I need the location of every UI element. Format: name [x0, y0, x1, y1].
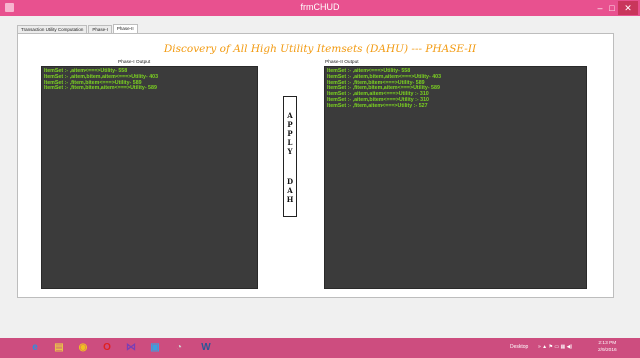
file-explorer-icon[interactable]: ▤: [51, 341, 67, 355]
output-line: ItemSet :- ,fitem,bitem,aitem<===>Utilit…: [44, 85, 157, 92]
apply-button-letter: Y: [287, 147, 293, 156]
phase2-output-box[interactable]: ItemSet :- ,aitem<===>Utility- 558 ItemS…: [324, 66, 587, 289]
phase1-output-label: Phase-I Output: [118, 60, 151, 65]
taskbar: e ▤ ◉ O ⋈ ▣ ◔ W Desktop » ▲ ⚑ ▭ ▦ ◀) 2:1…: [0, 338, 640, 358]
opera-icon[interactable]: O: [99, 341, 115, 355]
apply-button-letter: A: [287, 111, 293, 120]
internet-explorer-icon[interactable]: e: [27, 341, 43, 355]
apply-button-letter: P: [287, 120, 293, 129]
desktop-toolbar-label[interactable]: Desktop: [510, 344, 528, 350]
clock-date: 2/9/2016: [598, 348, 617, 353]
phase2-output-label: Phase-II Output: [325, 60, 359, 65]
minimize-icon[interactable]: –: [594, 1, 606, 15]
paint-icon[interactable]: ◔: [171, 341, 187, 355]
windows-media-icon[interactable]: ▣: [147, 341, 163, 355]
title-bar: frmCHUD – □ ✕: [0, 0, 640, 16]
phase1-output-box[interactable]: ItemSet :- ,aitem<===>Utility- 558 ItemS…: [41, 66, 258, 289]
window-title: frmCHUD: [300, 2, 340, 12]
page-title: Discovery of All High Utility Itemsets (…: [163, 43, 477, 55]
apply-dah-button[interactable]: A P P L Y D A H: [283, 96, 297, 217]
visual-studio-icon[interactable]: ⋈: [123, 341, 139, 355]
maximize-icon[interactable]: □: [606, 1, 618, 15]
apply-button-letter: L: [287, 138, 293, 147]
output-line: ItemSet :- ,fitem,aitem<===>Utility :- 5…: [327, 102, 428, 109]
apply-button-letter: P: [287, 129, 293, 138]
apply-button-letter: D: [286, 177, 294, 186]
clock[interactable]: 2:13 PM 2/9/2016: [598, 340, 617, 354]
apply-button-letter: H: [286, 195, 294, 204]
chrome-icon[interactable]: ◉: [75, 341, 91, 355]
clock-time: 2:13 PM: [598, 341, 617, 346]
close-icon[interactable]: ✕: [618, 1, 638, 15]
apply-button-letter: A: [287, 186, 293, 195]
system-tray-icons[interactable]: » ▲ ⚑ ▭ ▦ ◀): [538, 344, 572, 350]
word-icon[interactable]: W: [198, 341, 214, 355]
